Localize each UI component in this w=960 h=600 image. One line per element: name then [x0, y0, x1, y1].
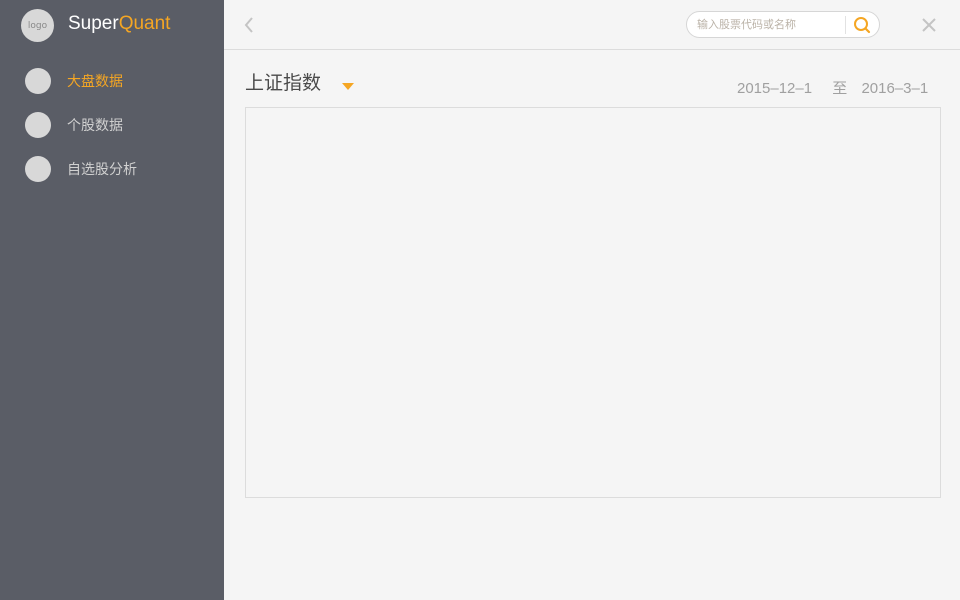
- watchlist-analysis-icon: [25, 156, 51, 182]
- index-title: 上证指数: [245, 72, 322, 94]
- stock-data-icon: [25, 112, 51, 138]
- date-range: 2015–12–1 至 2016–3–1: [737, 77, 928, 98]
- chart-panel: [245, 107, 941, 498]
- search-input[interactable]: [697, 12, 842, 37]
- sidebar-item-stock-data[interactable]: 个股数据: [25, 112, 123, 138]
- market-data-icon: [25, 68, 51, 94]
- caret-down-icon[interactable]: [341, 76, 355, 90]
- sidebar-item-label: 个股数据: [67, 118, 123, 134]
- search-divider: [845, 16, 846, 34]
- sidebar-item-label: 自选股分析: [67, 162, 137, 178]
- brand-name: SuperQuant: [68, 13, 170, 35]
- logo[interactable]: logo: [21, 9, 54, 42]
- brand-name-part2: Quant: [118, 13, 171, 34]
- chevron-left-icon[interactable]: [244, 16, 254, 34]
- date-to[interactable]: 2016–3–1: [861, 80, 928, 97]
- top-bar: [224, 0, 960, 50]
- sidebar-item-label: 大盘数据: [67, 74, 123, 90]
- logo-text: logo: [27, 20, 48, 31]
- sidebar: logo SuperQuant 大盘数据 个股数据 自选股分析: [0, 0, 224, 600]
- close-icon[interactable]: [920, 16, 938, 34]
- sidebar-item-market-data[interactable]: 大盘数据: [25, 68, 123, 94]
- date-separator: 至: [832, 80, 848, 97]
- sidebar-item-watchlist-analysis[interactable]: 自选股分析: [25, 156, 137, 182]
- search-box: [686, 11, 880, 38]
- date-from[interactable]: 2015–12–1: [737, 80, 812, 97]
- search-icon[interactable]: [851, 15, 873, 35]
- brand-name-part1: Super: [68, 13, 119, 34]
